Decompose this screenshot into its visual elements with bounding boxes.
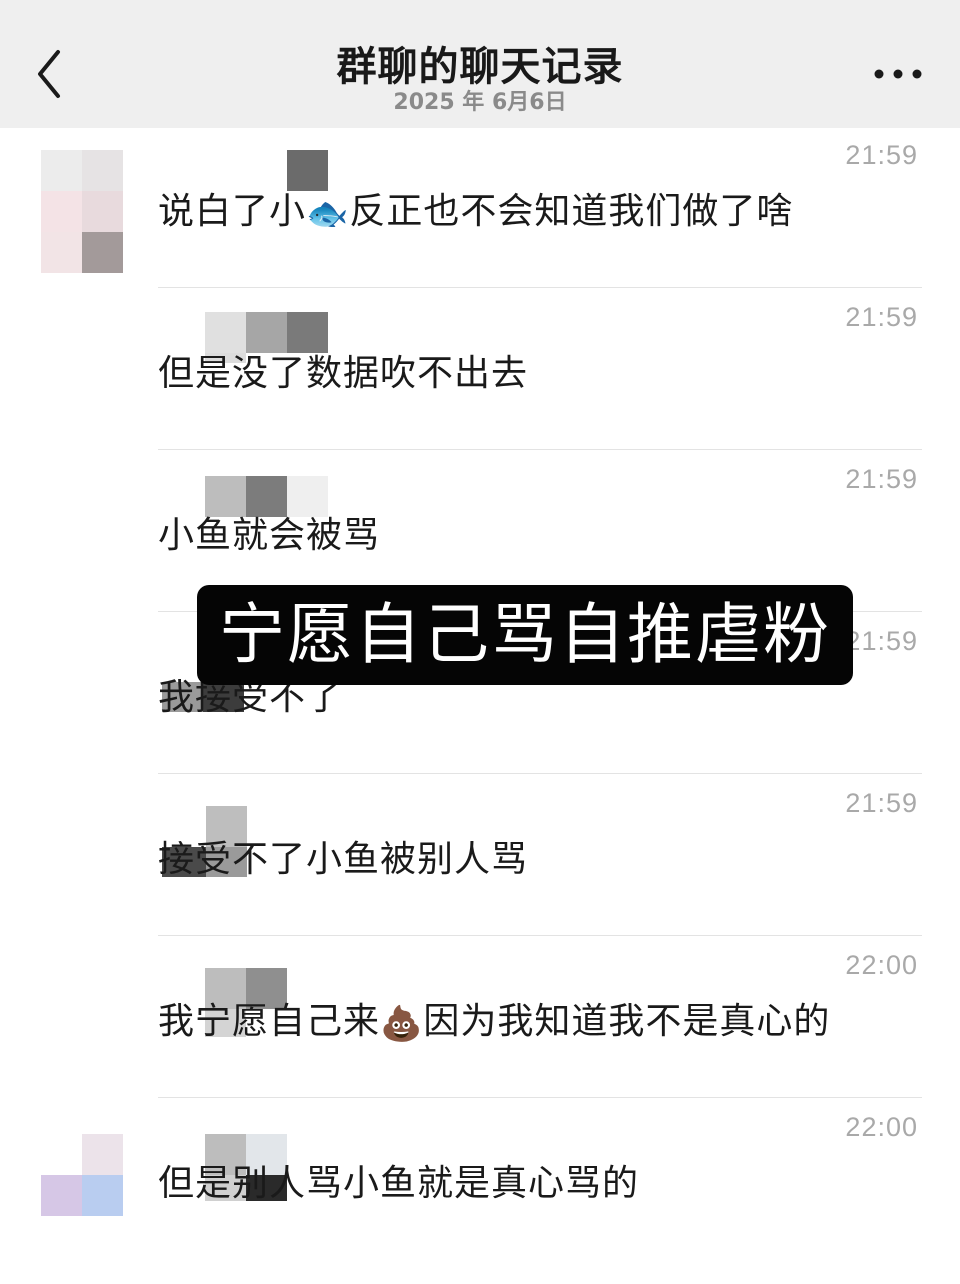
message-time: 22:00 xyxy=(845,950,918,980)
message-time: 21:59 xyxy=(845,302,918,332)
fish-icon: 🐟 xyxy=(306,194,350,234)
poop-icon: 💩 xyxy=(380,1004,424,1044)
message-text: 接受不了小鱼被别人骂 xyxy=(158,839,529,880)
nav-bar: 群聊的聊天记录 2025 年 6月6日 xyxy=(0,0,960,128)
chat-message[interactable]: 21:59 接受不了小鱼被别人骂 xyxy=(0,774,960,936)
message-time: 21:59 xyxy=(845,788,918,818)
avatar[interactable] xyxy=(41,1134,123,1216)
message-text: 我宁愿自己来💩因为我知道我不是真心的 xyxy=(158,1001,831,1044)
avatar[interactable] xyxy=(41,150,123,273)
chat-message[interactable]: 22:00 我宁愿自己来💩因为我知道我不是真心的 xyxy=(0,936,960,1098)
message-text: 但是没了数据吹不出去 xyxy=(158,353,529,394)
message-text: 小鱼就会被骂 xyxy=(158,515,381,556)
chat-date: 2025 年 6月6日 xyxy=(393,90,567,115)
message-text: 说白了小🐟反正也不会知道我们做了啥 xyxy=(158,191,794,234)
chat-message[interactable]: 21:59 说白了小🐟反正也不会知道我们做了啥 xyxy=(0,126,960,288)
message-time: 21:59 xyxy=(845,140,918,170)
overlay-caption: 宁愿自己骂自推虐粉 xyxy=(197,585,853,685)
message-time: 21:59 xyxy=(845,464,918,494)
message-text: 但是别人骂小鱼就是真心骂的 xyxy=(158,1163,640,1204)
more-button[interactable] xyxy=(872,64,924,84)
ellipsis-icon xyxy=(874,69,922,79)
chat-message[interactable]: 22:00 但是别人骂小鱼就是真心骂的 xyxy=(0,1098,960,1260)
chat-message[interactable]: 21:59 但是没了数据吹不出去 xyxy=(0,288,960,450)
message-time: 22:00 xyxy=(845,1112,918,1142)
message-time: 21:59 xyxy=(845,626,918,656)
